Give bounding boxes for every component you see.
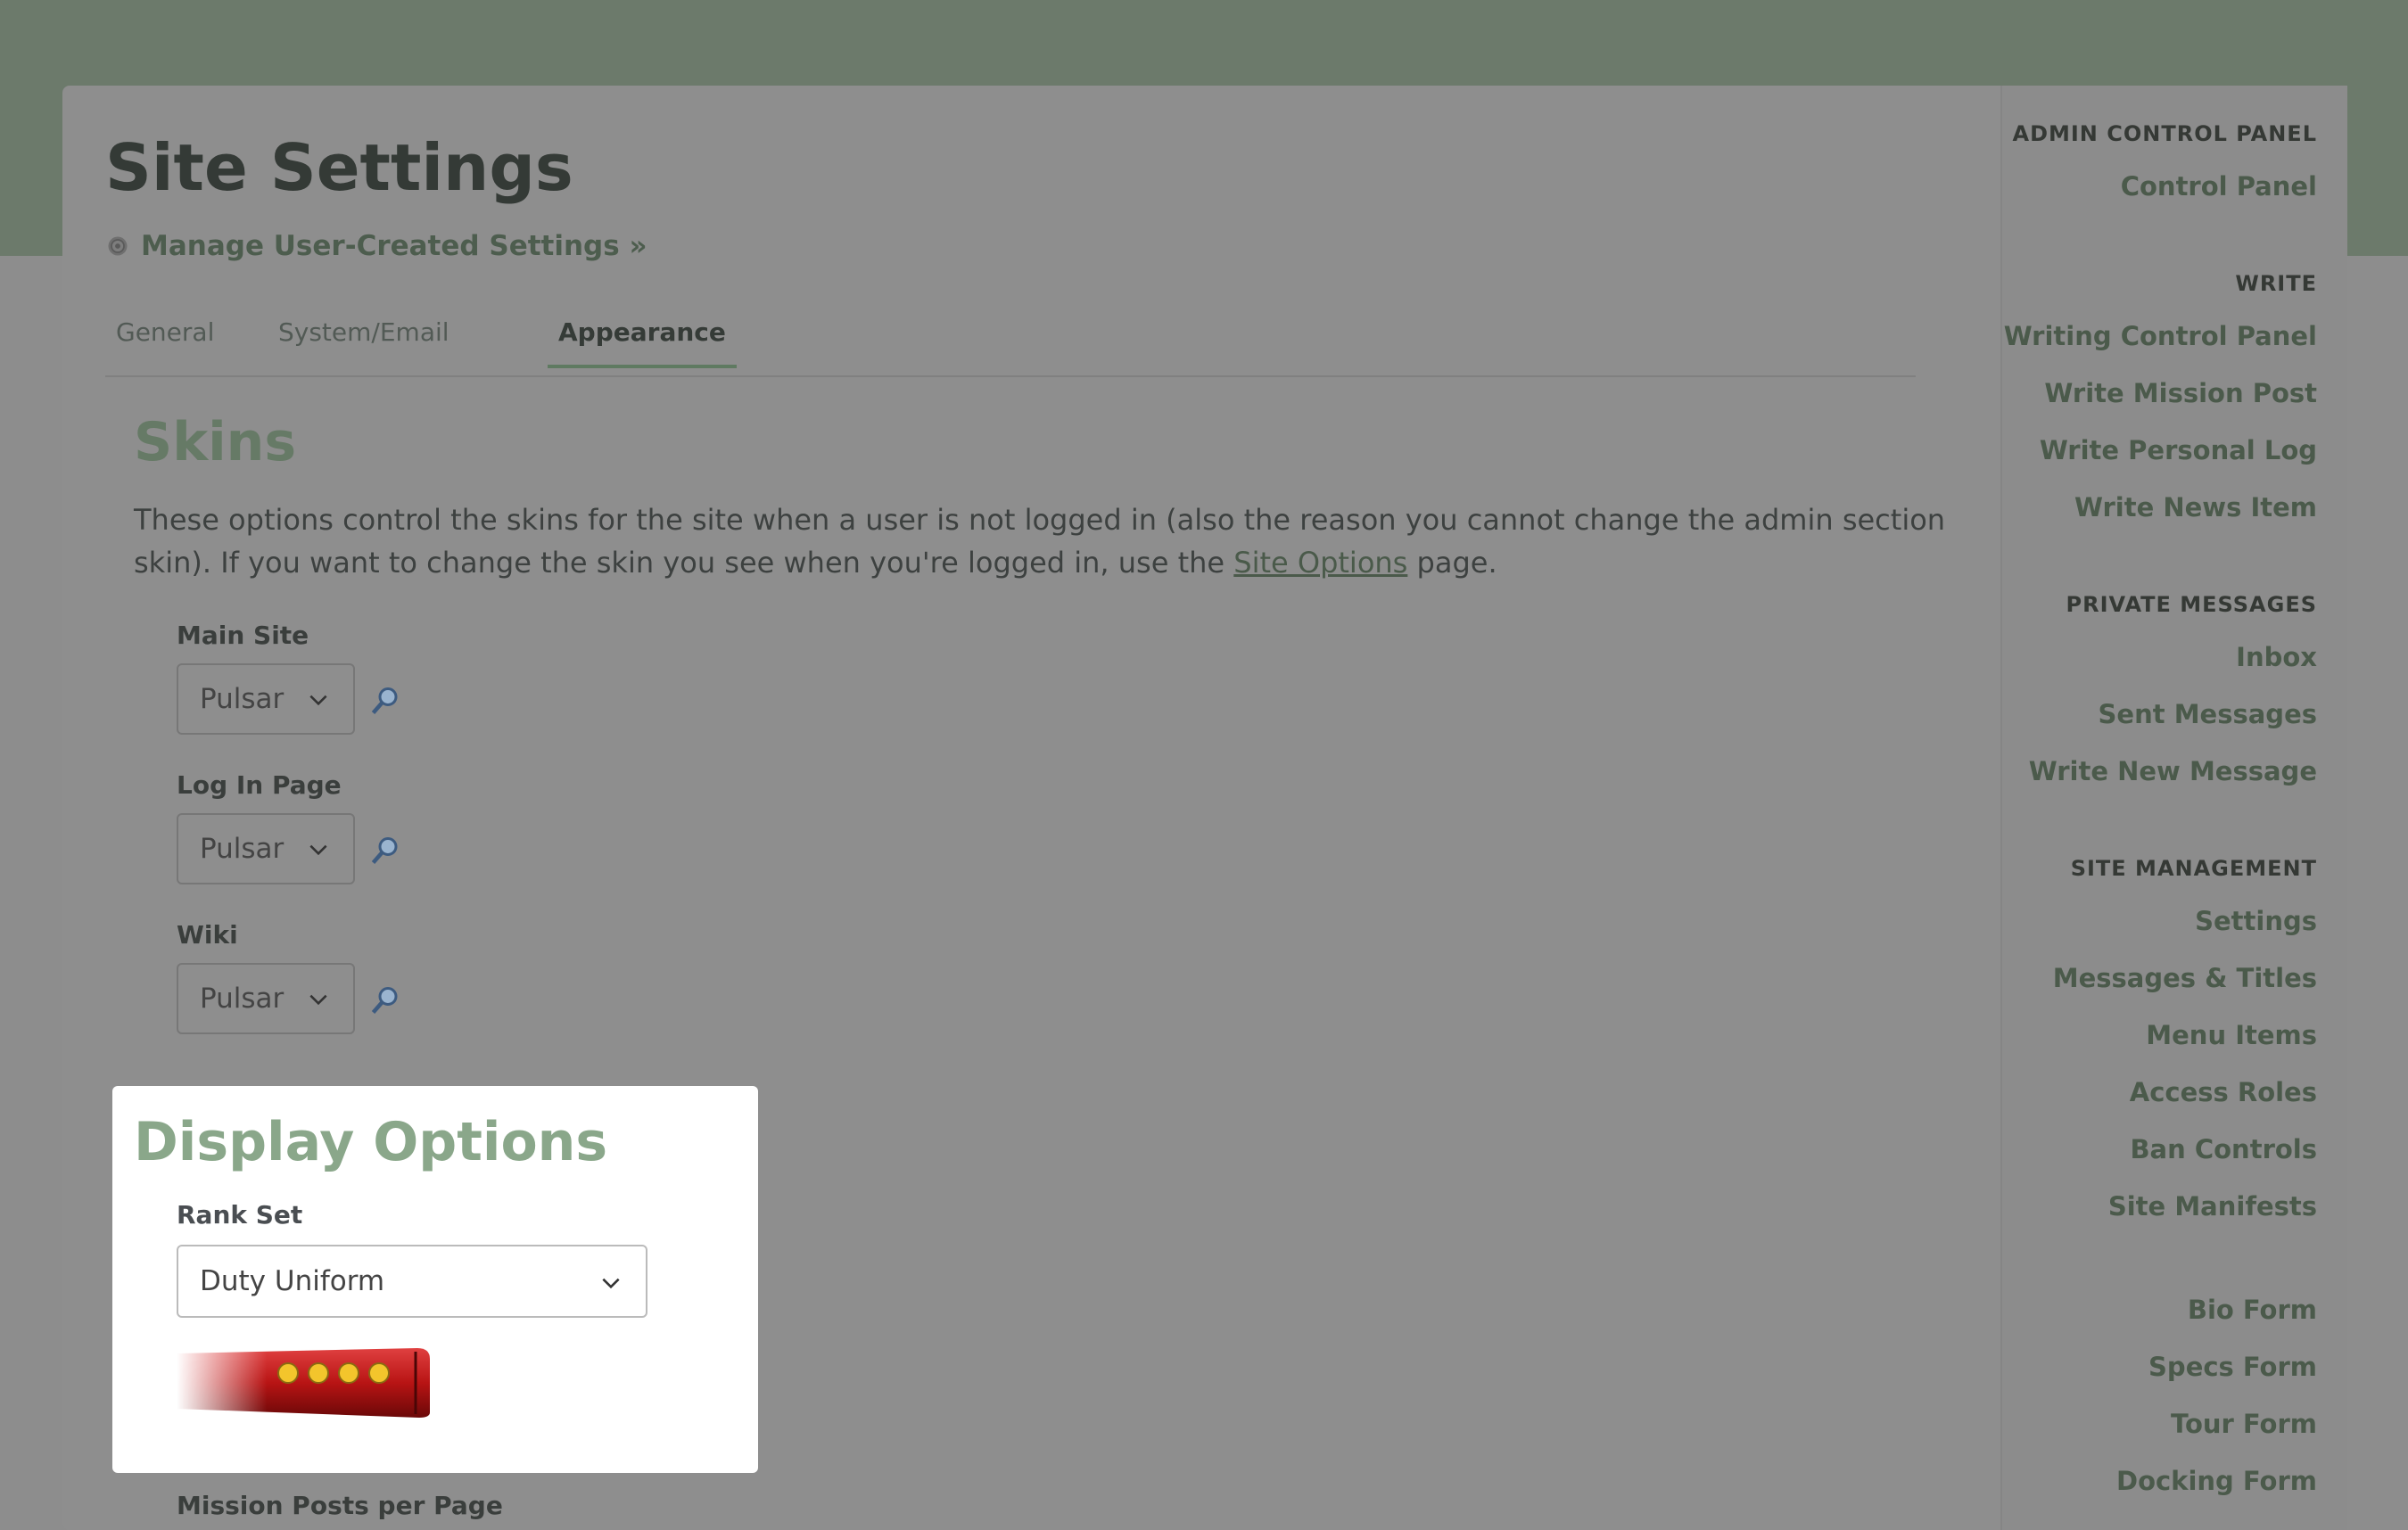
sidebar-item-docking-form[interactable]: Docking Form <box>2116 1466 2317 1496</box>
chevron-down-icon <box>309 994 327 1006</box>
description-text: These options control the skins for the … <box>134 503 1946 580</box>
wiki-label: Wiki <box>177 920 238 950</box>
login-page-value: Pulsar <box>200 833 285 865</box>
sidebar-heading-site-management: SITE MANAGEMENT <box>2070 856 2317 881</box>
skins-heading: Skins <box>134 411 297 473</box>
sidebar-heading-write: WRITE <box>2235 271 2317 296</box>
chevron-down-icon <box>602 1278 620 1289</box>
sidebar-item-specs-form[interactable]: Specs Form <box>2148 1352 2317 1382</box>
tab-system-email[interactable]: System/Email <box>268 317 460 365</box>
sidebar-item-settings[interactable]: Settings <box>2195 906 2317 936</box>
sidebar-item-messages-titles[interactable]: Messages & Titles <box>2053 963 2317 993</box>
skins-description: These options control the skins for the … <box>134 498 1980 584</box>
sidebar-item-tour-form[interactable]: Tour Form <box>2171 1409 2317 1439</box>
sidebar-heading-admin: ADMIN CONTROL PANEL <box>2012 121 2317 146</box>
main-content: Site Settings Manage User-Created Settin… <box>62 86 2000 1530</box>
tab-appearance[interactable]: Appearance <box>548 317 737 368</box>
rank-insignia-image <box>177 1346 435 1419</box>
sidebar-heading-private-messages: PRIVATE MESSAGES <box>2066 592 2317 617</box>
sidebar-item-control-panel[interactable]: Control Panel <box>2121 171 2317 202</box>
login-page-select[interactable]: Pulsar <box>177 813 355 884</box>
chevron-down-icon <box>309 844 327 856</box>
sidebar-item-write-news-item[interactable]: Write News Item <box>2074 492 2317 522</box>
sidebar-item-inbox[interactable]: Inbox <box>2236 642 2317 672</box>
admin-sidebar: ADMIN CONTROL PANEL Control Panel WRITE … <box>2000 86 2347 1530</box>
wiki-value: Pulsar <box>200 983 285 1015</box>
manage-link-text: Manage User-Created Settings » <box>141 230 647 262</box>
tab-general[interactable]: General <box>105 317 225 365</box>
main-site-label: Main Site <box>177 621 309 650</box>
magnifier-icon[interactable] <box>369 685 401 717</box>
sidebar-item-sent-messages[interactable]: Sent Messages <box>2099 699 2317 729</box>
rank-set-value: Duty Uniform <box>200 1265 385 1297</box>
sidebar-item-write-new-message[interactable]: Write New Message <box>2029 756 2317 786</box>
sidebar-item-menu-items[interactable]: Menu Items <box>2146 1020 2317 1050</box>
sidebar-item-ban-controls[interactable]: Ban Controls <box>2130 1134 2317 1164</box>
display-options-heading: Display Options <box>134 1111 608 1173</box>
display-options-section: Display Options Rank Set Duty Uniform <box>112 1086 758 1473</box>
magnifier-icon[interactable] <box>369 835 401 867</box>
wiki-select[interactable]: Pulsar <box>177 963 355 1034</box>
sidebar-item-bio-form[interactable]: Bio Form <box>2188 1295 2317 1325</box>
description-text-end: page. <box>1407 546 1497 580</box>
settings-panel: Site Settings Manage User-Created Settin… <box>62 86 2347 1530</box>
site-options-link[interactable]: Site Options <box>1233 546 1407 580</box>
login-page-label: Log In Page <box>177 770 342 800</box>
sidebar-item-writing-control-panel[interactable]: Writing Control Panel <box>2004 321 2317 351</box>
sidebar-item-access-roles[interactable]: Access Roles <box>2130 1077 2317 1107</box>
sidebar-item-site-manifests[interactable]: Site Manifests <box>2108 1191 2317 1222</box>
magnifier-icon[interactable] <box>369 984 401 1016</box>
sidebar-item-write-mission-post[interactable]: Write Mission Post <box>2044 378 2317 408</box>
main-site-select[interactable]: Pulsar <box>177 663 355 735</box>
page-title: Site Settings <box>105 130 573 205</box>
gear-icon <box>108 236 128 256</box>
chevron-down-icon <box>309 695 327 706</box>
mission-posts-per-page-label: Mission Posts per Page <box>177 1491 503 1520</box>
main-site-value: Pulsar <box>200 683 285 715</box>
sidebar-item-write-personal-log[interactable]: Write Personal Log <box>2040 435 2317 465</box>
rank-set-select[interactable]: Duty Uniform <box>177 1245 647 1318</box>
manage-user-settings-link[interactable]: Manage User-Created Settings » <box>105 230 647 262</box>
rank-set-label: Rank Set <box>177 1200 303 1230</box>
tab-bar: General System/Email Appearance <box>105 308 1916 377</box>
